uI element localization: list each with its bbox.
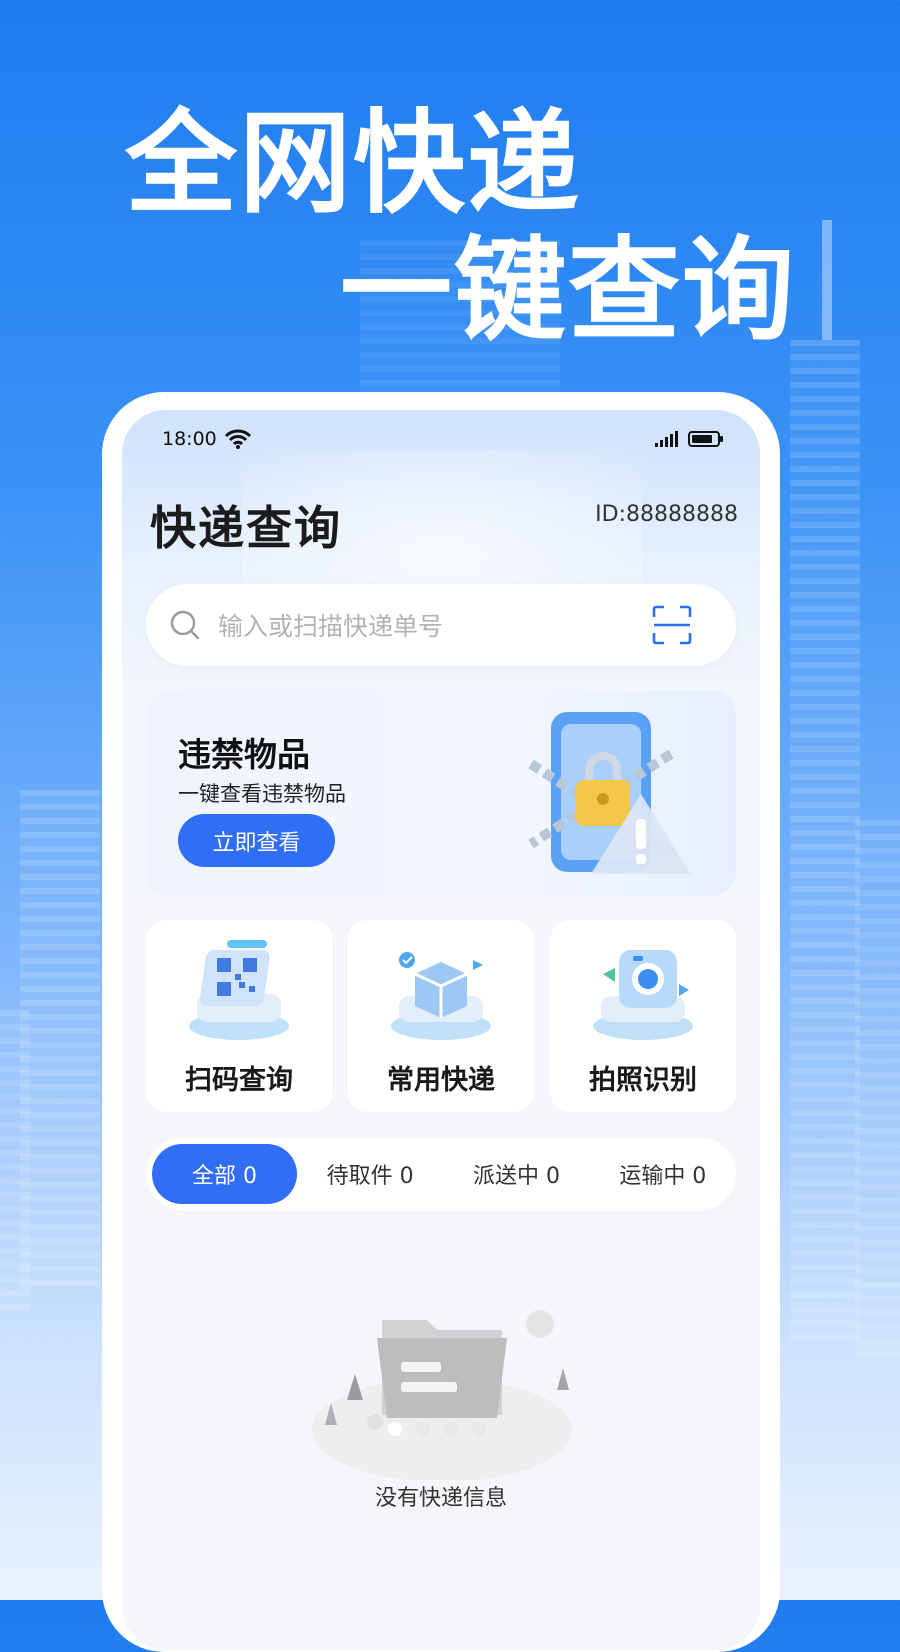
wifi-icon: [224, 429, 251, 449]
package-box-icon: [391, 952, 491, 1040]
prohibited-items-banner[interactable]: 违禁物品 一键查看违禁物品 立即查看: [146, 690, 736, 896]
qr-scan-icon: [189, 940, 289, 1040]
view-now-button[interactable]: 立即查看: [178, 814, 335, 867]
phone-frame: 18:00 快递查询 ID:88888888 输入或扫描快递单号 违禁物品 一键…: [102, 392, 780, 1652]
feature-common-couriers[interactable]: 常用快递: [348, 920, 534, 1112]
page-title: 快递查询: [150, 501, 342, 555]
feature-grid: 扫码查询 常用快递 拍照识别: [146, 920, 736, 1112]
search-input[interactable]: 输入或扫描快递单号: [218, 607, 652, 643]
status-time: 18:00: [162, 428, 217, 450]
battery-icon: [688, 431, 723, 447]
background-building-far-left: [0, 1010, 30, 1310]
carousel-dots: [388, 1422, 486, 1436]
tab-pending-pickup[interactable]: 待取件 0: [297, 1144, 443, 1204]
empty-folder-icon: [312, 1310, 572, 1480]
tab-delivering[interactable]: 派送中 0: [443, 1144, 589, 1204]
background-spire: [822, 220, 832, 340]
banner-title: 违禁物品: [178, 735, 310, 774]
carousel-dot: [444, 1422, 458, 1436]
feature-label: 拍照识别: [589, 1065, 697, 1096]
feature-scan-query[interactable]: 扫码查询: [146, 920, 332, 1112]
signal-icon: [655, 431, 678, 447]
feature-photo-recognition[interactable]: 拍照识别: [550, 920, 736, 1112]
user-id: ID:88888888: [595, 502, 738, 527]
tab-in-transit[interactable]: 运输中 0: [590, 1144, 736, 1204]
carousel-dot: [416, 1422, 430, 1436]
status-bar: 18:00: [162, 424, 723, 454]
scan-icon[interactable]: [652, 605, 692, 645]
locked-phone-warning-icon: [528, 712, 691, 874]
background-building-left: [20, 790, 100, 1290]
background-building-far-right: [855, 820, 900, 1360]
banner-subtitle: 一键查看违禁物品: [178, 782, 346, 806]
promo-headline-line2: 一键查询: [340, 226, 796, 356]
promo-headline-line1: 全网快递: [125, 99, 581, 229]
feature-label: 常用快递: [387, 1065, 495, 1096]
empty-state-message: 没有快递信息: [374, 1486, 507, 1511]
search-bar[interactable]: 输入或扫描快递单号: [146, 584, 736, 666]
app-screen: 18:00 快递查询 ID:88888888 输入或扫描快递单号 违禁物品 一键…: [122, 410, 760, 1650]
feature-label: 扫码查询: [185, 1065, 293, 1096]
tab-all[interactable]: 全部 0: [152, 1144, 297, 1204]
background-building-right: [790, 340, 860, 1340]
carousel-dot: [472, 1422, 486, 1436]
camera-icon: [593, 950, 693, 1040]
carousel-dot: [388, 1422, 402, 1436]
status-tabs: 全部 0 待取件 0 派送中 0 运输中 0: [146, 1138, 736, 1210]
search-icon: [170, 610, 200, 640]
